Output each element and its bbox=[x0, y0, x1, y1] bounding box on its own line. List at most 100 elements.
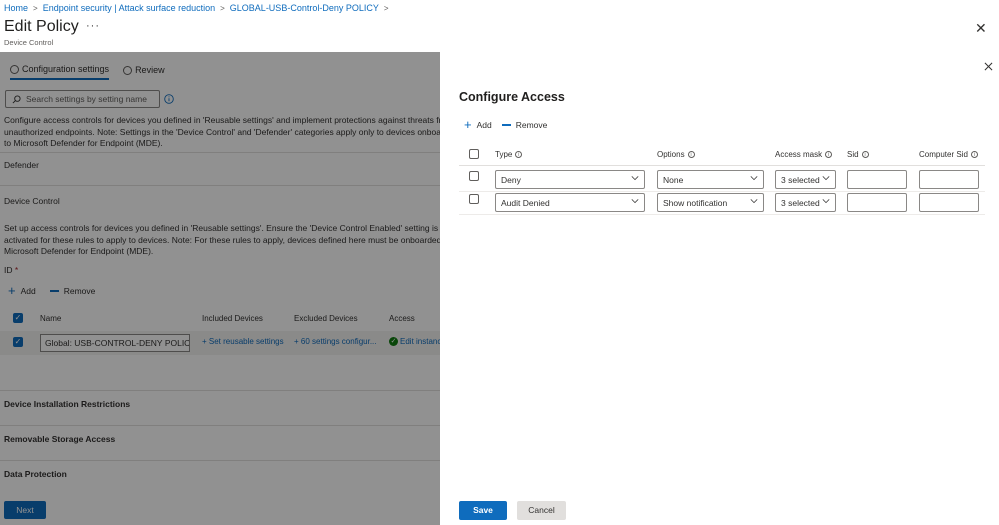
column-access-mask-label: Access mask bbox=[775, 150, 823, 159]
access-mask-dropdown[interactable]: 3 selected bbox=[775, 170, 836, 189]
next-button[interactable]: Next bbox=[4, 501, 46, 519]
info-icon[interactable]: i bbox=[825, 151, 833, 158]
intro-text: Configure access controls for devices yo… bbox=[4, 115, 440, 148]
computer-sid-input[interactable] bbox=[919, 193, 979, 212]
select-all-checkbox[interactable] bbox=[469, 149, 479, 159]
add-label: Add bbox=[20, 286, 36, 296]
type-dropdown[interactable]: Audit Denied bbox=[495, 193, 645, 212]
column-type-label: Type bbox=[495, 150, 513, 159]
chevron-right-icon: > bbox=[220, 3, 225, 13]
tab-review[interactable]: Review bbox=[123, 64, 165, 80]
column-excluded-devices: Excluded Devices bbox=[294, 314, 358, 323]
options-dropdown[interactable]: None bbox=[657, 170, 764, 189]
column-computer-sid: Computer Sid i bbox=[919, 150, 978, 159]
cancel-button[interactable]: Cancel bbox=[517, 501, 566, 520]
divider bbox=[0, 425, 440, 426]
options-value: None bbox=[663, 175, 684, 185]
section-device-control[interactable]: Device Control bbox=[4, 196, 60, 206]
column-options: Options i bbox=[657, 150, 695, 159]
required-marker: * bbox=[14, 265, 19, 275]
section-device-installation-restrictions[interactable]: Device Installation Restrictions bbox=[4, 399, 130, 409]
column-sid: Sid i bbox=[847, 150, 869, 159]
excluded-settings-link[interactable]: + 60 settings configur... bbox=[294, 337, 377, 346]
more-options-icon[interactable]: ··· bbox=[86, 20, 100, 32]
row-checkbox[interactable] bbox=[469, 171, 479, 181]
section-removable-storage-access[interactable]: Removable Storage Access bbox=[4, 434, 115, 444]
remove-label: Remove bbox=[63, 286, 96, 296]
remove-access-button[interactable]: Remove bbox=[501, 120, 547, 130]
access-mask-dropdown[interactable]: 3 selected bbox=[775, 193, 836, 212]
id-label: ID * bbox=[4, 265, 18, 275]
tab-configuration-settings[interactable]: Configuration settings bbox=[10, 64, 110, 80]
access-mask-value: 3 selected bbox=[781, 198, 820, 208]
breadcrumb: Home > Endpoint security | Attack surfac… bbox=[4, 3, 394, 13]
sid-input[interactable] bbox=[847, 193, 907, 212]
left-toolbar: + Add Remove bbox=[8, 284, 96, 297]
info-icon[interactable]: i bbox=[970, 151, 978, 158]
info-icon[interactable]: i bbox=[687, 151, 695, 158]
access-table-header: Type i Options i Access mask i Sid i Compute… bbox=[459, 144, 985, 166]
remove-rule-button[interactable]: Remove bbox=[49, 286, 96, 296]
divider bbox=[0, 460, 440, 461]
add-rule-button[interactable]: + Add bbox=[8, 284, 36, 297]
panel-title: Configure Access bbox=[459, 90, 565, 104]
access-mask-value: 3 selected bbox=[781, 175, 820, 185]
column-name: Name bbox=[40, 314, 62, 323]
computer-sid-input[interactable] bbox=[919, 170, 979, 189]
page-subtitle: Device Control bbox=[4, 38, 54, 47]
breadcrumb-home[interactable]: Home bbox=[4, 3, 28, 13]
checkmark-circle-icon: ✓ bbox=[389, 337, 398, 346]
type-value: Deny bbox=[501, 175, 521, 185]
table-row: Audit Denied Show notification 3 selecte… bbox=[459, 192, 985, 215]
column-access: Access bbox=[389, 314, 415, 323]
tab-label: Review bbox=[135, 65, 165, 75]
type-value: Audit Denied bbox=[501, 198, 550, 208]
search-icon bbox=[12, 94, 21, 103]
step-circle-icon bbox=[10, 64, 19, 74]
add-access-button[interactable]: + Add bbox=[464, 117, 492, 132]
chevron-down-icon bbox=[750, 199, 758, 204]
tab-label: Configuration settings bbox=[22, 64, 110, 74]
save-button[interactable]: Save bbox=[459, 501, 507, 520]
info-icon[interactable]: i bbox=[861, 151, 869, 158]
column-included-devices: Included Devices bbox=[202, 314, 263, 323]
set-reusable-settings-link[interactable]: + Set reusable settings bbox=[202, 337, 284, 346]
divider bbox=[0, 152, 440, 153]
column-computer-sid-label: Computer Sid bbox=[919, 150, 968, 159]
tab-list: Configuration settings Review bbox=[10, 64, 165, 80]
page-title: Edit Policy bbox=[4, 18, 79, 35]
chevron-down-icon bbox=[750, 176, 758, 181]
search-input[interactable]: Search settings by setting name bbox=[5, 90, 160, 108]
column-options-label: Options bbox=[657, 150, 685, 159]
panel-toolbar: + Add Remove bbox=[464, 117, 547, 132]
table-row[interactable]: ✓ Global: USB-CONTROL-DENY POLICY + Set … bbox=[0, 331, 440, 355]
section-data-protection[interactable]: Data Protection bbox=[4, 469, 67, 479]
sid-input[interactable] bbox=[847, 170, 907, 189]
options-dropdown[interactable]: Show notification bbox=[657, 193, 764, 212]
add-label: Add bbox=[476, 120, 492, 130]
type-dropdown[interactable]: Deny bbox=[495, 170, 645, 189]
row-checkbox[interactable] bbox=[469, 194, 479, 204]
chevron-down-icon bbox=[822, 199, 830, 204]
device-control-description: Set up access controls for devices you d… bbox=[4, 223, 440, 256]
info-icon[interactable]: i bbox=[515, 151, 523, 158]
rule-name-field[interactable]: Global: USB-CONTROL-DENY POLICY bbox=[40, 334, 190, 352]
breadcrumb-policy[interactable]: GLOBAL-USB-Control-Deny POLICY bbox=[230, 3, 379, 13]
divider bbox=[0, 185, 440, 186]
select-all-checkbox[interactable]: ✓ bbox=[13, 313, 23, 323]
edit-instance-link[interactable]: Edit instanc bbox=[400, 337, 440, 346]
minus-icon bbox=[49, 290, 59, 292]
minus-icon bbox=[501, 124, 511, 126]
section-defender[interactable]: Defender bbox=[4, 160, 39, 170]
divider bbox=[0, 390, 440, 391]
close-page-icon[interactable]: ✕ bbox=[975, 21, 987, 35]
close-icon[interactable] bbox=[984, 62, 993, 71]
chevron-down-icon bbox=[631, 199, 639, 204]
info-icon[interactable] bbox=[164, 94, 174, 104]
configure-access-panel: Configure Access + Add Remove Type i Opti… bbox=[440, 52, 999, 525]
plus-icon: + bbox=[464, 117, 472, 132]
options-value: Show notification bbox=[663, 198, 728, 208]
chevron-down-icon bbox=[631, 176, 639, 181]
breadcrumb-endpoint-security[interactable]: Endpoint security | Attack surface reduc… bbox=[43, 3, 215, 13]
row-checkbox[interactable]: ✓ bbox=[13, 337, 23, 347]
